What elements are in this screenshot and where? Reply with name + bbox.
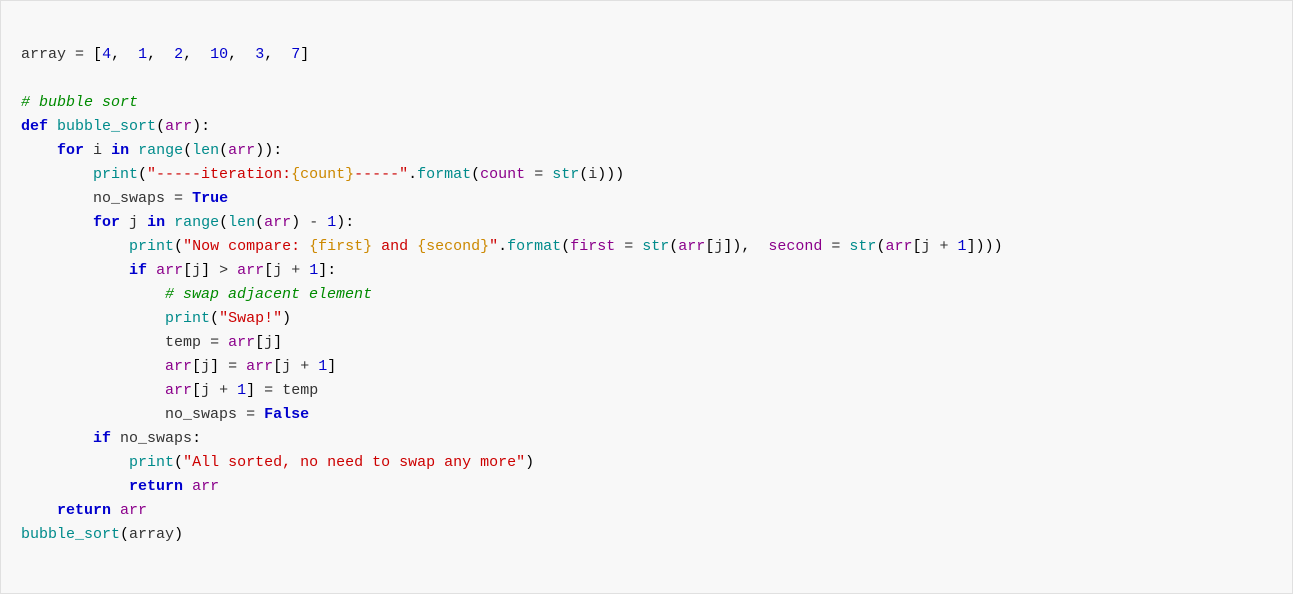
line-no-swaps: no_swaps = True: [21, 190, 228, 207]
line-comment-swap: # swap adjacent element: [21, 286, 372, 303]
line-arr-j1: arr[j + 1] = temp: [21, 382, 318, 399]
line-arr-j: arr[j] = arr[j + 1]: [21, 358, 336, 375]
line-print-all-sorted: print("All sorted, no need to swap any m…: [21, 454, 534, 471]
code-block: array = [4, 1, 2, 10, 3, 7] # bubble sor…: [21, 19, 1272, 571]
line-for-i: for i in range(len(arr)):: [21, 142, 282, 159]
line-return-arr-outer: return arr: [21, 502, 147, 519]
line-comment: # bubble sort: [21, 94, 138, 111]
line-1: array = [4, 1, 2, 10, 3, 7]: [21, 46, 309, 63]
line-print-compare: print("Now compare: {first} and {second}…: [21, 238, 1003, 255]
line-for-j: for j in range(len(arr) - 1):: [21, 214, 354, 231]
line-call: bubble_sort(array): [21, 526, 183, 543]
line-print-swap: print("Swap!"): [21, 310, 291, 327]
line-if-compare: if arr[j] > arr[j + 1]:: [21, 262, 336, 279]
line-if-no-swaps: if no_swaps:: [21, 430, 201, 447]
line-no-swaps-false: no_swaps = False: [21, 406, 309, 423]
code-container: array = [4, 1, 2, 10, 3, 7] # bubble sor…: [0, 0, 1293, 594]
line-temp: temp = arr[j]: [21, 334, 282, 351]
line-print-iteration: print("-----iteration:{count}-----".form…: [21, 166, 624, 183]
line-return-arr-inner: return arr: [21, 478, 219, 495]
line-def: def bubble_sort(arr):: [21, 118, 210, 135]
